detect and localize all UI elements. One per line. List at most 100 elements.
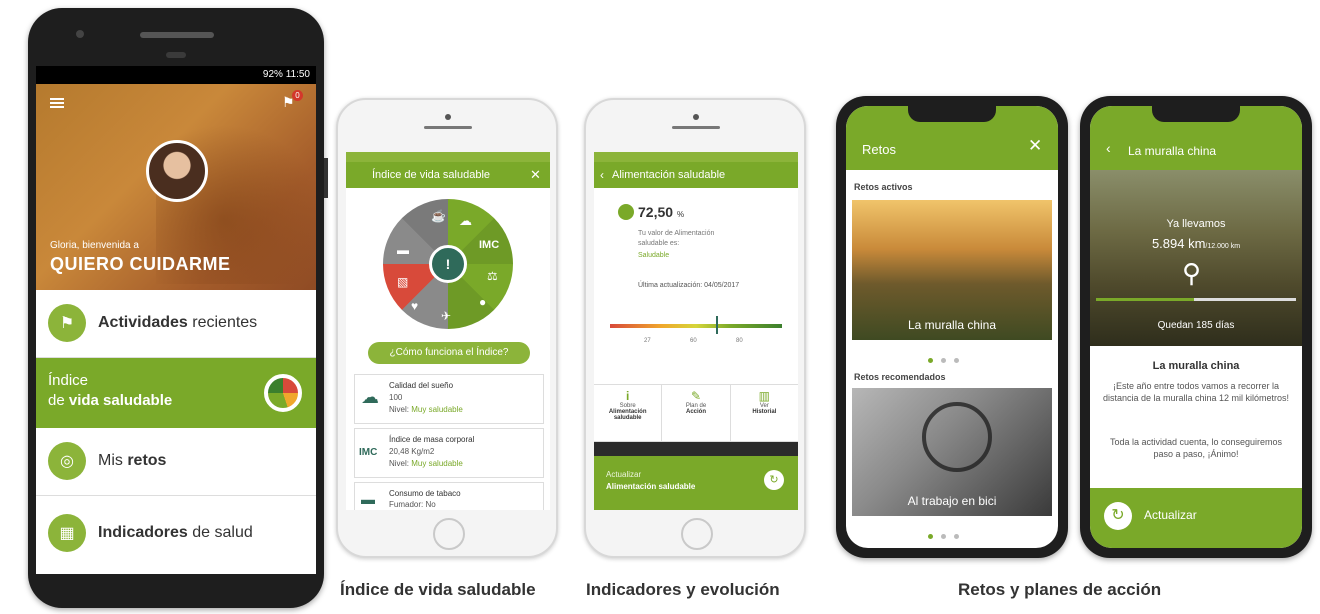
caption-indice: Índice de vida saludable (340, 580, 536, 599)
menu-item-actividades[interactable]: ⚑ Actividades recientes (36, 290, 316, 358)
front-camera (445, 114, 451, 120)
indice-wheel[interactable]: ! IMC ☁ ☕ ▬ ▧ ♥ ✈ ● ⚖ (380, 196, 516, 332)
challenge-body: ¡Este año entre todos vamos a recorrer l… (1102, 381, 1290, 403)
food-icon (618, 204, 634, 220)
phone5-screen: ‹ La muralla china Ya llevamos 5.894 km/… (1090, 106, 1302, 548)
walker-icon: ⚲ (1182, 258, 1202, 288)
indice-label-1: Índice (48, 372, 89, 389)
indice-wheel-icon (264, 374, 302, 412)
side-button (324, 158, 328, 198)
recommended-label: Retos recomendados (854, 372, 946, 382)
nav-bar: ‹ Alimentación saludable (594, 162, 798, 188)
phone3-screen: ‹ Alimentación saludable 72,50 % Tu valo… (594, 152, 798, 510)
wheel-center[interactable]: ! (429, 245, 467, 283)
history-action[interactable]: ▥ Ver Historial (731, 385, 798, 441)
bed-icon: ▧ (397, 275, 409, 289)
refresh-icon: ↻ (1104, 502, 1132, 530)
indicator-row[interactable]: IMC Índice de masa corporal 20,48 Kg/m2 … (354, 428, 544, 478)
screen-title: Retos (862, 142, 896, 157)
indicator-row[interactable]: ▬ Consumo de tabaco Fumador: No (354, 482, 544, 510)
android-phone: 92% 11:50 ⚑ 0 Gloria, bienvenida a QUIER… (28, 8, 328, 608)
close-icon[interactable]: ✕ (1028, 136, 1042, 156)
sleep-icon: ☁ (459, 213, 472, 228)
avatar[interactable] (146, 140, 208, 202)
about-action[interactable]: i Sobre Alimentación saludable (594, 385, 663, 441)
front-camera (76, 30, 84, 38)
challenge-card-muralla[interactable]: La muralla china (852, 200, 1052, 340)
screen-title: Índice de vida saludable (372, 169, 491, 181)
challenge-hero: Ya llevamos 5.894 km/12.000 km ⚲ Quedan … (1090, 170, 1302, 346)
chart-icon: ▥ (758, 389, 770, 403)
alcohol-icon: ☕ (431, 209, 446, 223)
progress-track (1096, 298, 1296, 301)
hero-banner: ⚑ 0 Gloria, bienvenida a QUIERO CUIDARME (36, 84, 316, 290)
menu-icon[interactable] (50, 98, 64, 108)
score-scale (610, 324, 782, 328)
card-title: La muralla china (907, 318, 997, 332)
target-icon: ◎ (48, 442, 86, 480)
screen-title: Alimentación saludable (612, 169, 726, 181)
speaker (424, 126, 472, 129)
plan-action[interactable]: ✎ Plan de Acción (662, 385, 731, 441)
front-camera (693, 114, 699, 120)
smoke-icon: ▬ (397, 243, 409, 257)
notch (908, 106, 996, 122)
sensor (166, 52, 186, 58)
info-icon: i (625, 389, 630, 403)
refresh-icon: ↻ (764, 470, 784, 490)
update-button[interactable]: Actualizar Alimentación saludable ↻ (594, 456, 798, 510)
iphone-indice: Índice de vida saludable ✕ ! IMC ☁ ☕ ▬ ▧… (336, 98, 558, 558)
home-button[interactable] (681, 518, 713, 550)
back-icon[interactable]: ‹ (1106, 140, 1111, 156)
challenge-body-2: Toda la actividad cuenta, lo conseguirem… (1109, 437, 1283, 459)
card-title: Al trabajo en bici (907, 494, 997, 508)
back-icon[interactable]: ‹ (600, 168, 604, 182)
imc-icon: IMC (359, 447, 378, 458)
menu-item-indicadores[interactable]: ▦ Indicadores de salud (36, 496, 316, 574)
smoke-icon: ▬ (361, 491, 375, 507)
shoe-icon: ✈ (441, 309, 452, 323)
iphone-alimentacion: ‹ Alimentación saludable 72,50 % Tu valo… (584, 98, 806, 558)
score: 72,50 (638, 204, 674, 220)
screen-title: La muralla china (1128, 144, 1217, 158)
brand-title: QUIERO CUIDARME (50, 254, 231, 274)
how-it-works-button[interactable]: ¿Cómo funciona el Índice? (368, 342, 530, 364)
notification-badge: 0 (292, 90, 303, 101)
menu-item-retos[interactable]: ◎ Mis retos (36, 428, 316, 496)
active-label: Retos activos (854, 182, 913, 192)
last-updated: Última actualización: 04/05/2017 (638, 282, 740, 289)
speaker (140, 32, 214, 38)
nav-bar: Índice de vida saludable ✕ (346, 162, 550, 188)
challenge-card-bici[interactable]: Al trabajo en bici (852, 388, 1052, 516)
home-button[interactable] (433, 518, 465, 550)
update-button[interactable]: ↻ Actualizar (1090, 488, 1302, 548)
grid-icon: ▦ (48, 514, 86, 552)
close-icon[interactable]: ✕ (530, 167, 541, 183)
phone1-screen: 92% 11:50 ⚑ 0 Gloria, bienvenida a QUIER… (36, 66, 316, 574)
score-marker (716, 316, 718, 334)
heart-icon: ♥ (411, 299, 419, 313)
imc-label: IMC (479, 239, 500, 251)
iphonex-retos: Retos ✕ Retos activos La muralla china R… (836, 96, 1068, 558)
km-done: 5.894 km (1151, 236, 1206, 251)
carousel-dots[interactable] (924, 350, 963, 368)
status-bar: 92% 11:50 (36, 66, 316, 84)
divider-bar (594, 442, 798, 456)
phone4-screen: Retos ✕ Retos activos La muralla china R… (846, 106, 1058, 548)
speaker (672, 126, 720, 129)
status-value: Saludable (638, 252, 670, 259)
remaining-days: Quedan 185 días (1157, 320, 1235, 331)
status-bar (594, 152, 798, 162)
indicator-row[interactable]: ☁ Calidad del sueño 100 Nivel: Muy salud… (354, 374, 544, 424)
menu-item-indice[interactable]: Índice de vida saludable (36, 358, 316, 428)
bike-icon: ⚑ (48, 304, 86, 342)
sleep-icon: ☁ (361, 387, 379, 407)
action-bar: i Sobre Alimentación saludable ✎ Plan de… (594, 384, 798, 442)
cyclist-image (922, 402, 992, 472)
challenge-heading: La muralla china (1152, 360, 1240, 372)
status-bar (346, 152, 550, 162)
phone2-screen: Índice de vida saludable ✕ ! IMC ☁ ☕ ▬ ▧… (346, 152, 550, 510)
greeting: Gloria, bienvenida a (50, 240, 139, 251)
caption-indicadores: Indicadores y evolución (586, 580, 780, 599)
carousel-dots[interactable] (924, 526, 963, 544)
